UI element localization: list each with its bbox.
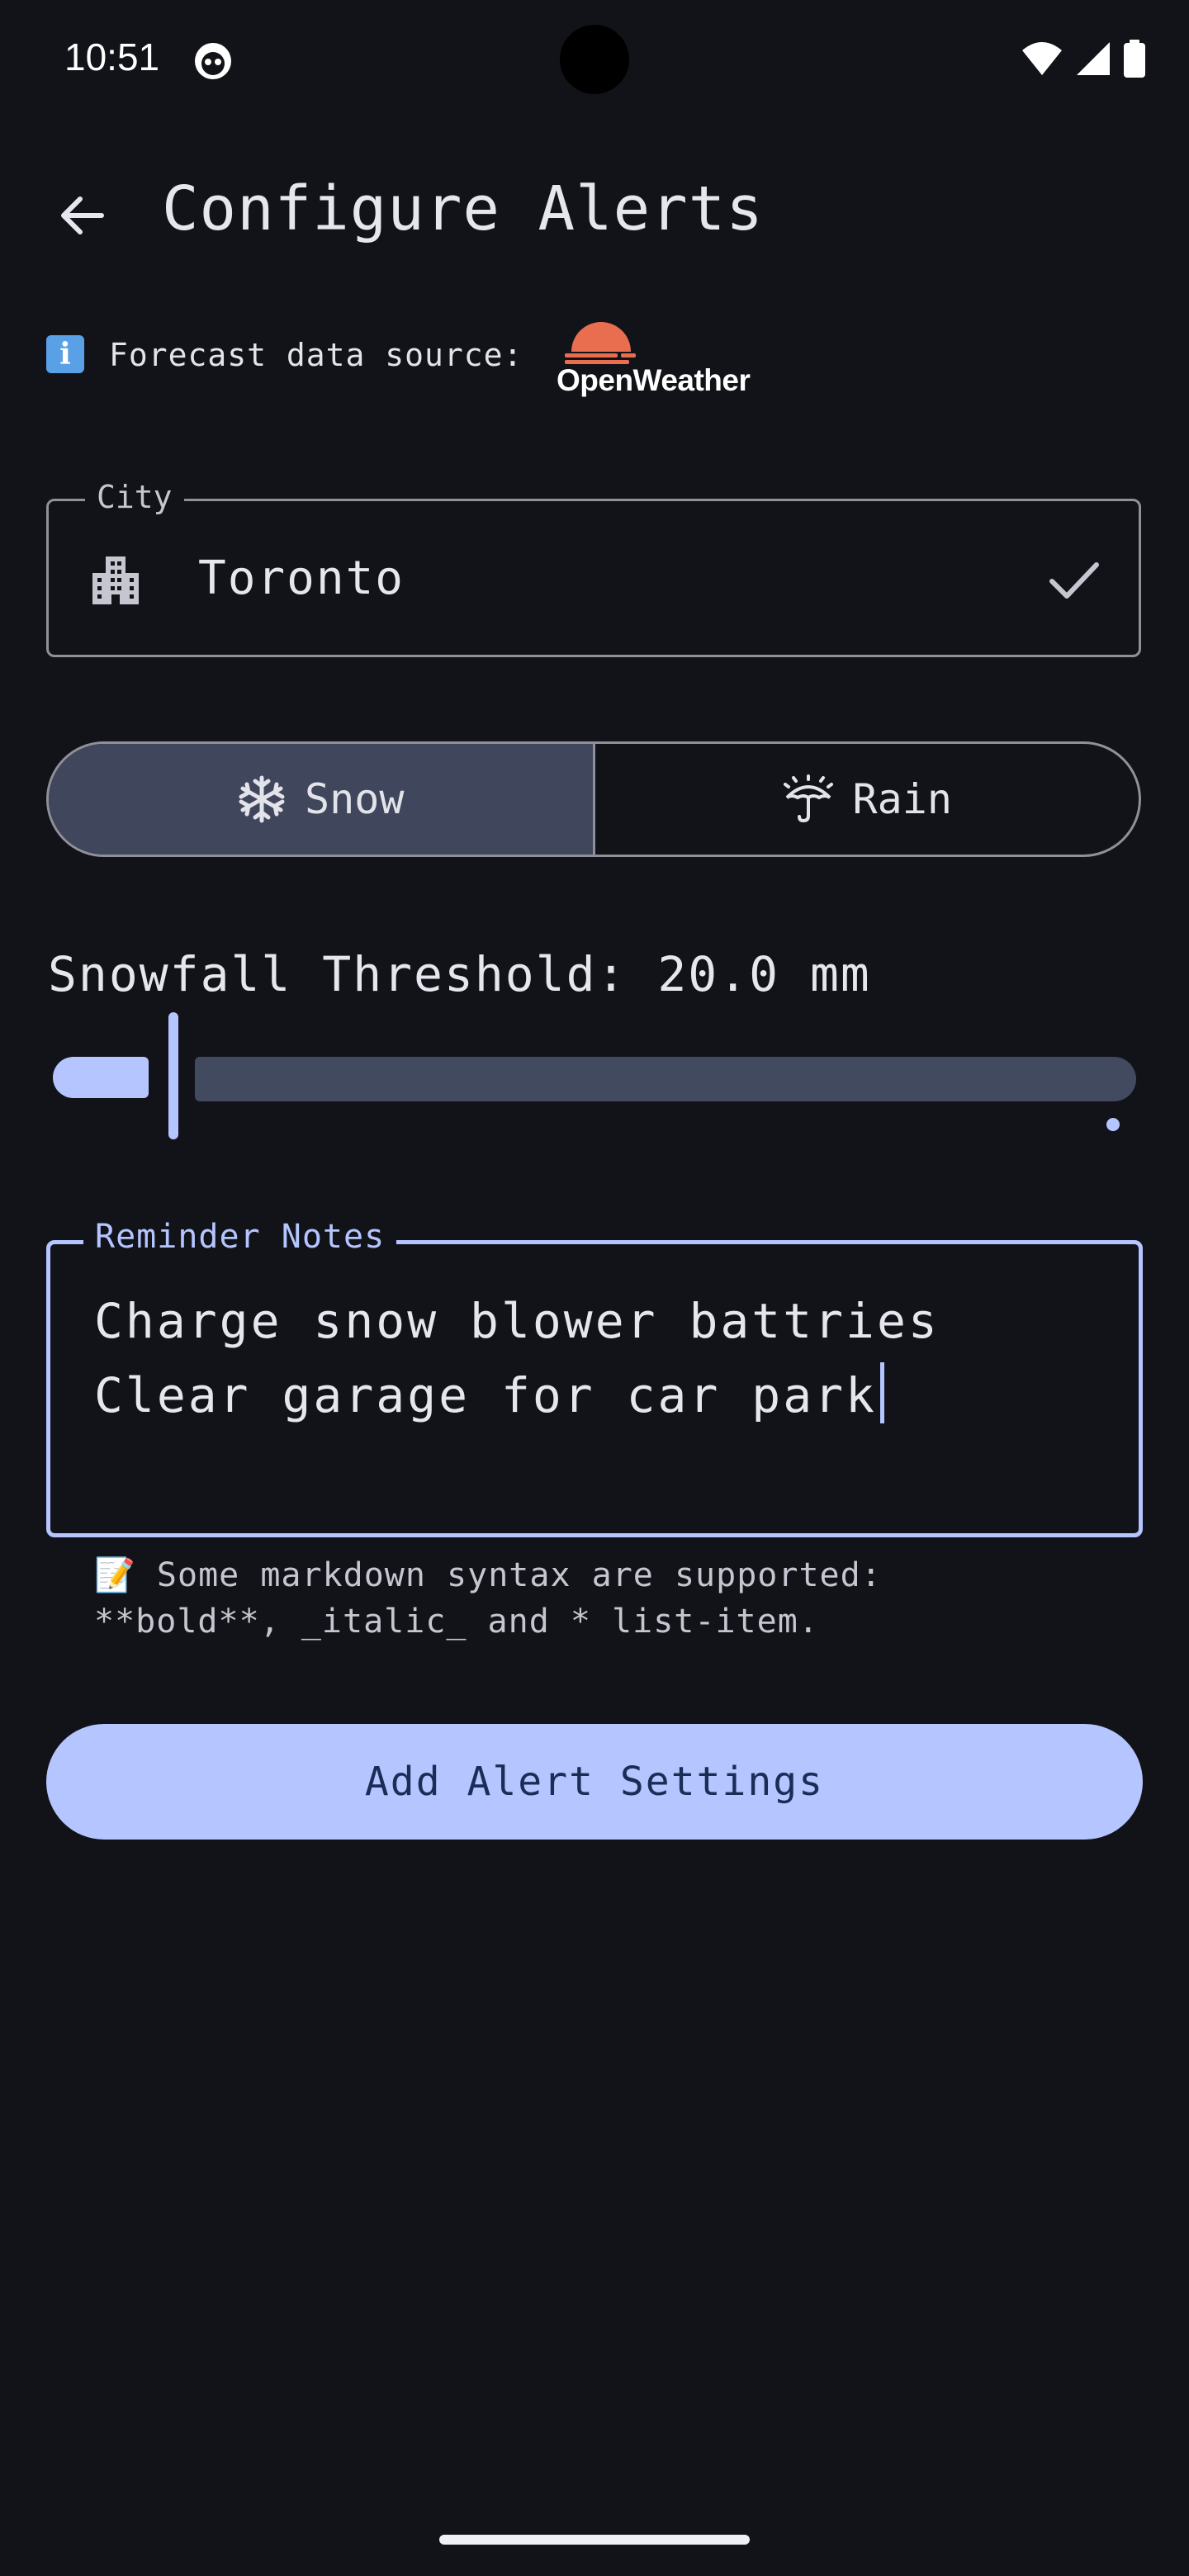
- add-alert-settings-button[interactable]: Add Alert Settings: [46, 1724, 1143, 1840]
- openweather-logo-text: OpenWeather: [557, 363, 751, 397]
- forecast-source-label: Forecast data source:: [109, 337, 523, 373]
- status-time: 10:51: [64, 36, 160, 78]
- rain-segment-button[interactable]: Rain: [595, 744, 1139, 855]
- status-icons: [1021, 40, 1146, 78]
- battery-icon: [1124, 40, 1145, 78]
- markdown-hint-line: **bold**, _italic_ and * list-item.: [94, 1603, 819, 1641]
- snowflake-icon: [239, 775, 285, 823]
- memo-icon: 📝: [94, 1556, 136, 1594]
- info-icon: i: [46, 335, 84, 373]
- markdown-hint-line: 📝 Some markdown syntax are supported:: [94, 1552, 882, 1598]
- slider-inactive-track: [195, 1057, 1136, 1131]
- umbrella-rain-icon: [783, 774, 833, 823]
- markdown-hint: 📝 Some markdown syntax are supported: **…: [94, 1552, 882, 1645]
- wifi-icon: [1022, 42, 1062, 75]
- text-cursor: [879, 1362, 884, 1423]
- markdown-hint-text: Some markdown syntax are supported:: [156, 1556, 882, 1594]
- notes-text-line[interactable]: Charge snow blower battries: [94, 1293, 940, 1349]
- city-building-icon: [86, 550, 145, 609]
- snowfall-threshold-slider[interactable]: [50, 1011, 1144, 1143]
- notes-text-line-cursor[interactable]: Clear garage for car park: [94, 1362, 884, 1423]
- reminder-notes-label: Reminder Notes: [83, 1218, 397, 1256]
- home-indicator[interactable]: [439, 2535, 750, 2545]
- check-icon: [1042, 548, 1105, 611]
- rain-segment-label: Rain: [852, 775, 952, 823]
- snow-segment-label: Snow: [305, 775, 405, 823]
- cell-signal-icon: [1077, 42, 1110, 75]
- camera-cutout: [560, 25, 629, 94]
- city-field-label: City: [85, 479, 184, 515]
- city-input-value[interactable]: Toronto: [198, 552, 405, 605]
- slider-active-track: [53, 1057, 149, 1098]
- snow-segment-button[interactable]: Snow: [49, 744, 595, 855]
- back-button[interactable]: [45, 178, 119, 253]
- slider-thumb[interactable]: [168, 1012, 178, 1139]
- precipitation-type-toggle: Snow Rain: [46, 741, 1141, 857]
- page-title: Configure Alerts: [162, 173, 764, 244]
- arrow-back-icon: [61, 197, 104, 234]
- slider-stop-indicator: [1106, 1118, 1120, 1131]
- snowfall-threshold-label: Snowfall Threshold: 20.0 mm: [48, 946, 871, 1002]
- notes-text-line: Clear garage for car park: [94, 1367, 877, 1423]
- app-notification-icon: [193, 41, 233, 81]
